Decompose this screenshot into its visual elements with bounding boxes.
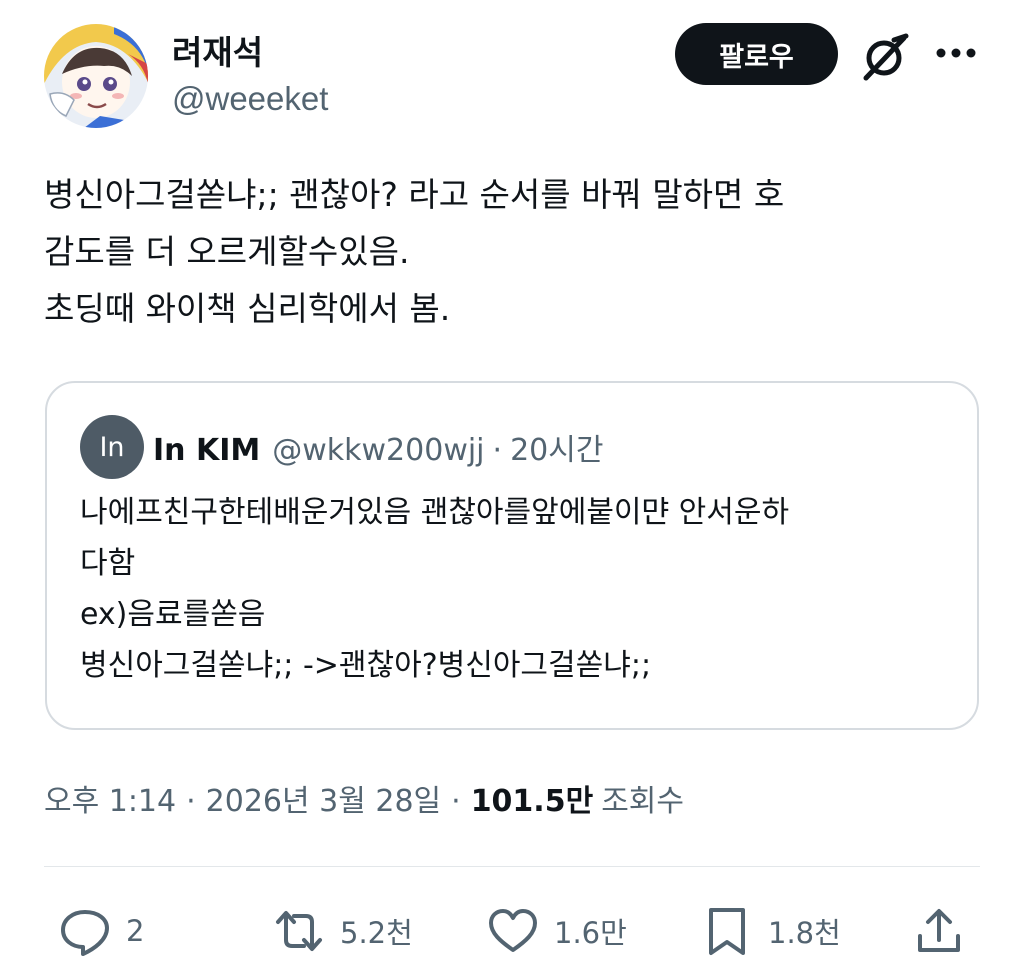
repost-icon	[276, 911, 322, 951]
avatar-illustration	[44, 24, 148, 128]
grok-icon[interactable]	[858, 30, 912, 84]
quote-text: 나에프친구한테배운거있음 괜찮아를앞에붙이먄 안서운하 다함 ex)음료를쏟음 …	[80, 495, 790, 683]
reply-button[interactable]: 2	[58, 900, 144, 962]
meta-separator-2: ·	[451, 784, 461, 819]
tweet-meta: 오후 1:14 · 2026년 3월 28일 · 101.5만 조회수	[44, 776, 684, 820]
quote-author-name[interactable]: In KIM	[153, 433, 260, 468]
quoted-tweet-card[interactable]: In In KIM @wkkw200wjj · 20시간 나에프친구한테배운거있…	[45, 381, 979, 730]
reply-count: 2	[126, 914, 145, 948]
quote-avatar-initials: In	[99, 431, 125, 463]
quote-time[interactable]: 20시간	[510, 425, 603, 469]
more-icon[interactable]	[934, 38, 978, 68]
heart-icon	[489, 909, 537, 952]
divider	[44, 866, 980, 867]
share-button[interactable]	[912, 900, 966, 962]
quote-header: In KIM @wkkw200wjj · 20시간	[153, 425, 603, 469]
reply-icon	[61, 910, 109, 956]
like-count: 1.6만	[554, 916, 627, 950]
author-avatar[interactable]	[44, 24, 148, 128]
bookmark-count: 1.8천	[768, 916, 841, 950]
quote-author-handle[interactable]: @wkkw200wjj	[272, 433, 484, 468]
repost-button[interactable]: 5.2천	[272, 900, 413, 962]
meta-separator: ·	[186, 784, 196, 819]
quote-separator: ·	[492, 433, 503, 468]
author-handle[interactable]: @weeeket	[172, 80, 328, 118]
like-button[interactable]: 1.6만	[486, 900, 627, 962]
share-icon	[918, 909, 960, 952]
repost-count: 5.2천	[340, 916, 413, 950]
quote-avatar[interactable]: In	[80, 415, 144, 479]
follow-button[interactable]: 팔로우	[675, 23, 838, 85]
tweet-time[interactable]: 오후 1:14	[44, 776, 176, 820]
tweet-date[interactable]: 2026년 3월 28일	[206, 776, 441, 820]
views-count[interactable]: 101.5만	[471, 776, 594, 820]
bookmark-icon	[709, 908, 745, 955]
author-name[interactable]: 려재석	[172, 26, 263, 74]
views-label: 조회수	[601, 784, 684, 819]
tweet-text: 병신아그걸쏟냐;; 괜찮아? 라고 순서를 바꿔 말하면 호 감도를 더 오르게…	[44, 175, 785, 328]
bookmark-button[interactable]: 1.8천	[700, 900, 841, 962]
